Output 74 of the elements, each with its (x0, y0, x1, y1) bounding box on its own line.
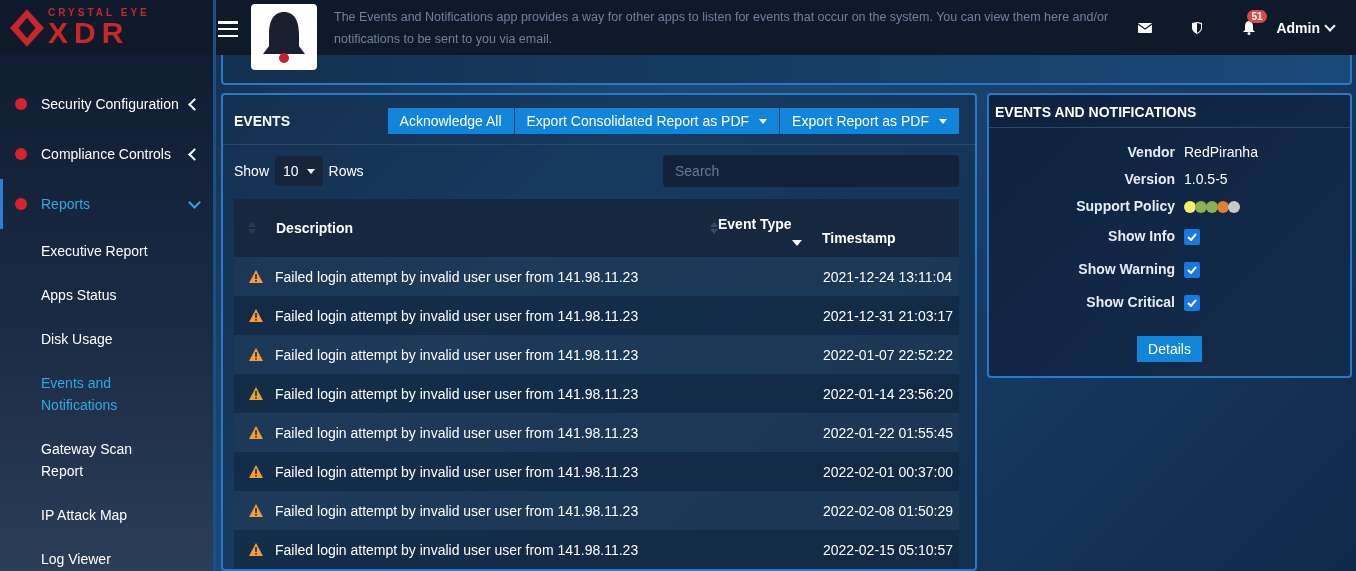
table-cell: Failed login attempt by invalid user user from 141.98.11.23 (275, 346, 639, 363)
export-button[interactable]: Export Report as PDF (780, 108, 959, 134)
warning-icon (249, 465, 263, 478)
notification-icon[interactable] (1242, 20, 1257, 35)
table-cell: Failed login attempt by invalid user user from 141.98.11.23 (275, 424, 639, 441)
field-label: Support Policy (1075, 197, 1175, 216)
menu-icon[interactable] (218, 21, 238, 37)
details-button[interactable]: Details (1137, 336, 1202, 362)
sort-icon[interactable] (792, 240, 802, 246)
rows-label: Rows (328, 163, 364, 179)
caret-icon[interactable] (939, 118, 947, 124)
table-cell: Failed login attempt by invalid user user from 141.98.11.23 (275, 463, 639, 480)
brand-tagline: CRYSTAL EYE (48, 7, 150, 18)
checkbox-label: Show Info (1107, 227, 1175, 246)
sidebar-item[interactable]: Gateway Scan Report (0, 427, 166, 493)
table-cell: 2021-12-31 21:03:17 (823, 307, 953, 324)
table-cell: 2022-02-01 00:37:00 (823, 463, 953, 480)
field-value: 1.0.5-5 (1184, 170, 1229, 189)
sidebar-item[interactable]: Apps Status (0, 273, 166, 317)
app-description: notifications to be sent to you via email. (334, 31, 554, 48)
sidebar-item[interactable]: IP Attack Map (0, 493, 166, 537)
warning-icon (249, 270, 263, 283)
warning-icon (249, 387, 263, 400)
table-cell: 2022-02-15 05:10:57 (823, 541, 953, 558)
checkmark-icon[interactable] (1187, 232, 1197, 241)
sidebar-item[interactable]: Reports (0, 179, 213, 229)
checkmark-icon[interactable] (1187, 265, 1197, 274)
sidebar-item[interactable]: Security Configuration (0, 79, 213, 129)
sidebar-item[interactable]: Log Viewer (0, 537, 166, 571)
app-description: The Events and Notifications app provides a way for other apps to listen for events that occur on the system. You can view them here and/or (334, 9, 1110, 26)
search-field[interactable]: Search (663, 155, 959, 187)
field-value: RedPiranha (1184, 143, 1259, 162)
checkbox-label: Show Warning (1077, 260, 1175, 279)
checkmark-icon[interactable] (1187, 298, 1197, 307)
sidebar-item[interactable]: Executive Report (0, 229, 166, 273)
checkbox[interactable] (1184, 294, 1200, 311)
column-header[interactable]: Description (276, 220, 690, 236)
table-cell: 2022-01-22 01:55:45 (823, 424, 953, 441)
export-button[interactable]: Acknowledge All (387, 108, 514, 134)
column-header[interactable]: Event Type (718, 216, 792, 232)
notification-badge: 51 (1247, 10, 1267, 23)
table-cell: 2022-01-14 23:56:20 (823, 385, 953, 402)
checkbox[interactable] (1184, 261, 1200, 278)
sidebar-item[interactable]: Compliance Controls (0, 129, 213, 179)
sidebar-item[interactable]: Events and Notifications (0, 361, 166, 427)
brand-name: XDR (48, 17, 130, 48)
panel-title: EVENTS (234, 113, 290, 129)
checkbox-label: Show Critical (1085, 293, 1175, 312)
user-menu[interactable]: Admin (1276, 19, 1338, 36)
field-label: Version (1123, 170, 1175, 189)
warning-icon (249, 426, 263, 439)
field-label: Vendor (1126, 143, 1175, 162)
panel-title: EVENTS AND NOTIFICATIONS (995, 104, 1197, 120)
warning-icon (249, 504, 263, 517)
table-cell: Failed login attempt by invalid user user from 141.98.11.23 (275, 541, 639, 558)
warning-icon (249, 543, 263, 556)
table-cell: Failed login attempt by invalid user user from 141.98.11.23 (275, 385, 639, 402)
show-label: Show (234, 163, 270, 179)
table-cell: 2022-01-07 22:52:22 (823, 346, 953, 363)
caret-icon[interactable] (759, 118, 768, 124)
column-header[interactable]: Timestamp (822, 230, 896, 246)
mail-icon[interactable] (1138, 22, 1153, 33)
table-cell: Failed login attempt by invalid user user from 141.98.11.23 (275, 268, 639, 285)
sidebar-item[interactable]: Disk Usage (0, 317, 166, 361)
table-cell: Failed login attempt by invalid user user from 141.98.11.23 (275, 307, 639, 324)
checkbox[interactable] (1184, 228, 1200, 245)
table-cell: Failed login attempt by invalid user user from 141.98.11.23 (275, 502, 639, 519)
shield-icon[interactable] (1192, 21, 1203, 34)
rows-select[interactable]: 10 (275, 156, 323, 186)
warning-icon (249, 348, 263, 361)
table-cell: 2022-02-08 01:50:29 (823, 502, 953, 519)
table-cell: 2021-12-24 13:11:04 (823, 268, 952, 285)
export-button[interactable]: Export Consolidated Report as PDF (514, 108, 780, 134)
warning-icon (249, 309, 263, 322)
